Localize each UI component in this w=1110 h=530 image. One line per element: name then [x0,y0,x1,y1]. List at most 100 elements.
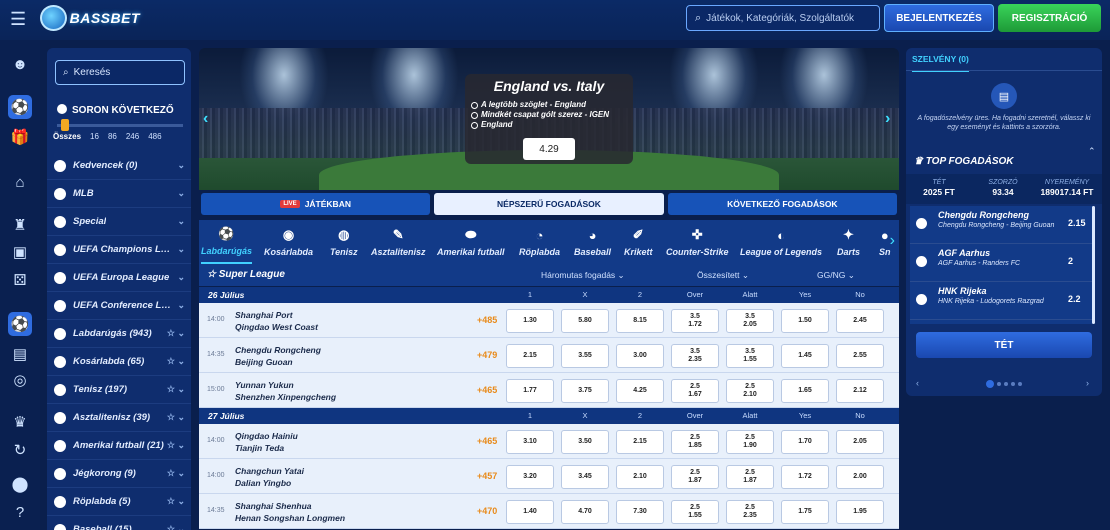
sidebar-item[interactable]: Baseball (15) ☆ ⌄ [47,516,191,530]
odd-button[interactable]: 3.20 [506,465,554,489]
filter-option[interactable]: 246 [126,132,139,141]
odd-button[interactable]: 3.00 [616,344,664,368]
menu-toggle-icon[interactable]: ☰ [10,9,26,30]
event-row[interactable]: 14:35 Chengdu Rongcheng Beijing Guoan +479 2… [199,338,899,373]
chevron-down-icon[interactable]: ☆ ⌄ [167,412,185,423]
sidebar-item[interactable]: UEFA Europa League ⌄ [47,264,191,292]
sport-category-item[interactable]: ⬬ Amerikai futball [437,220,505,264]
sport-category-item[interactable]: ◍ Tenisz [330,220,358,264]
odd-button[interactable]: 1.65 [781,379,829,403]
chevron-down-icon[interactable]: ⌄ [177,160,185,171]
odd-button[interactable]: 8.15 [616,309,664,333]
chevron-left-icon[interactable]: ‹ [916,378,919,388]
odd-button[interactable]: 1.70 [781,430,829,454]
event-teams[interactable]: Yunnan Yukun Shenzhen Xinpengcheng [235,379,336,403]
site-logo[interactable]: BASSBET [40,4,140,32]
market-dropdown-2[interactable]: Összesített ⌄ [697,270,749,281]
sport-category-item[interactable]: ◐ League of Legends [740,220,822,264]
chevron-down-icon[interactable]: ☆ ⌄ [167,468,185,479]
tab-live[interactable]: LIVE JÁTÉKBAN [201,193,431,215]
sports-icon[interactable]: ⚽ [8,95,32,119]
chevron-up-icon[interactable]: ⌃ [1088,146,1096,157]
odd-button[interactable]: 1.45 [781,344,829,368]
odd-button[interactable]: 2.5 2.10 [726,379,774,403]
odd-button[interactable]: 2.5 1.67 [671,379,719,403]
gamepad-icon[interactable]: ◎ [8,368,32,392]
time-filter-slider[interactable] [57,124,183,127]
top-bet-odd[interactable]: 2.15 [1068,218,1086,228]
chevron-down-icon[interactable]: ⌄ [177,244,185,255]
odd-button[interactable]: 1.75 [781,500,829,524]
odd-button[interactable]: 3.5 2.35 [671,344,719,368]
odd-button[interactable]: 2.10 [616,465,664,489]
place-bet-button[interactable]: TÉT [916,332,1092,358]
odd-button[interactable]: 2.12 [836,379,884,403]
sidebar-item[interactable]: Special ⌄ [47,208,191,236]
odd-button[interactable]: 3.5 2.05 [726,309,774,333]
sidebar-item[interactable]: Kosárlabda (65) ☆ ⌄ [47,348,191,376]
more-markets-count[interactable]: +470 [477,506,497,516]
odd-button[interactable]: 3.55 [561,344,609,368]
sport-category-item[interactable]: ✜ Counter-Strike [666,220,729,264]
chevron-left-icon[interactable]: ‹ [203,110,208,128]
login-button[interactable]: BEJELENTKEZÉS [884,4,994,32]
chevron-down-icon[interactable]: ☆ ⌄ [167,328,185,339]
odd-button[interactable]: 7.30 [616,500,664,524]
more-markets-count[interactable]: +465 [477,436,497,446]
odd-button[interactable]: 2.55 [836,344,884,368]
odd-button[interactable]: 2.5 1.87 [671,465,719,489]
filter-option[interactable]: 16 [90,132,99,141]
cards-icon[interactable]: ▣ [8,240,32,264]
chevron-right-icon[interactable]: › [1086,378,1089,388]
mascot-icon[interactable]: ☻ [8,52,32,76]
odd-button[interactable]: 3.10 [506,430,554,454]
odd-button[interactable]: 1.77 [506,379,554,403]
top-bet-item[interactable]: Banik Ostrava [910,320,1094,324]
event-teams[interactable]: Qingdao Hainiu Tianjin Teda [235,430,298,454]
odd-button[interactable]: 3.5 1.72 [671,309,719,333]
tab-popular[interactable]: NÉPSZERŰ FOGADÁSOK [434,193,664,215]
sidebar-item[interactable]: MLB ⌄ [47,180,191,208]
register-button[interactable]: REGISZTRÁCIÓ [998,4,1101,32]
filter-option[interactable]: 486 [148,132,161,141]
odd-button[interactable]: 2.45 [836,309,884,333]
chevron-down-icon[interactable]: ⌄ [177,272,185,283]
filter-option[interactable]: 86 [108,132,117,141]
sport-category-item[interactable]: ⚽ Labdarúgás [201,220,253,264]
chevron-down-icon[interactable]: ☆ ⌄ [167,384,185,395]
market-dropdown-3[interactable]: GG/NG ⌄ [817,270,855,281]
odd-button[interactable]: 2.5 1.85 [671,430,719,454]
promo-banner[interactable]: ‹ › England vs. Italy A legtöbb szöglet … [199,48,899,190]
event-teams[interactable]: Chengdu Rongcheng Beijing Guoan [235,344,321,368]
sport-category-item[interactable]: ✐ Krikett [624,220,653,264]
pager-dot[interactable] [986,380,994,388]
sidebar-item[interactable]: UEFA Conference Lea... ⌄ [47,292,191,320]
sidebar-item[interactable]: Labdarúgás (943) ☆ ⌄ [47,320,191,348]
pager-dot[interactable] [1018,382,1022,386]
sidebar-item[interactable]: Jégkorong (9) ☆ ⌄ [47,460,191,488]
featured-odd-button[interactable]: 4.29 [523,138,575,160]
dice-icon[interactable]: ⚄ [8,268,32,292]
odd-button[interactable]: 2.15 [506,344,554,368]
top-search-input[interactable]: ⌕ Játékok, Kategóriák, Szolgáltatók [686,5,880,31]
chevron-right-icon[interactable]: › [885,110,890,128]
league-title[interactable]: ☆ Super League [207,269,285,280]
top-bet-item[interactable]: HNK Rijeka HNK Rijeka - Ludogorets Razgra… [910,282,1094,320]
odd-button[interactable]: 3.50 [561,430,609,454]
sport-category-item[interactable]: ◉ Kosárlabda [264,220,313,264]
sport-category-item[interactable]: ◕ Baseball [574,220,611,264]
sidebar-item[interactable]: Röplabda (5) ☆ ⌄ [47,488,191,516]
chevron-down-icon[interactable]: ⌄ [177,216,185,227]
odd-button[interactable]: 4.25 [616,379,664,403]
sport-category-item[interactable]: ✦ Darts [837,220,860,264]
top-bets-scrollbar[interactable] [1092,206,1095,324]
event-teams[interactable]: Shanghai Port Qingdao West Coast [235,309,318,333]
casino-icon[interactable]: ♜ [8,213,32,237]
odd-button[interactable]: 3.5 1.55 [726,344,774,368]
chevron-down-icon[interactable]: ☆ ⌄ [167,440,185,451]
chevron-down-icon[interactable]: ⌄ [177,300,185,311]
pager-dot[interactable] [1011,382,1015,386]
slider-handle[interactable] [61,119,69,131]
event-teams[interactable]: Shanghai Shenhua Henan Songshan Longmen [235,500,345,524]
help-chat-icon[interactable]: ↻ [8,438,32,462]
